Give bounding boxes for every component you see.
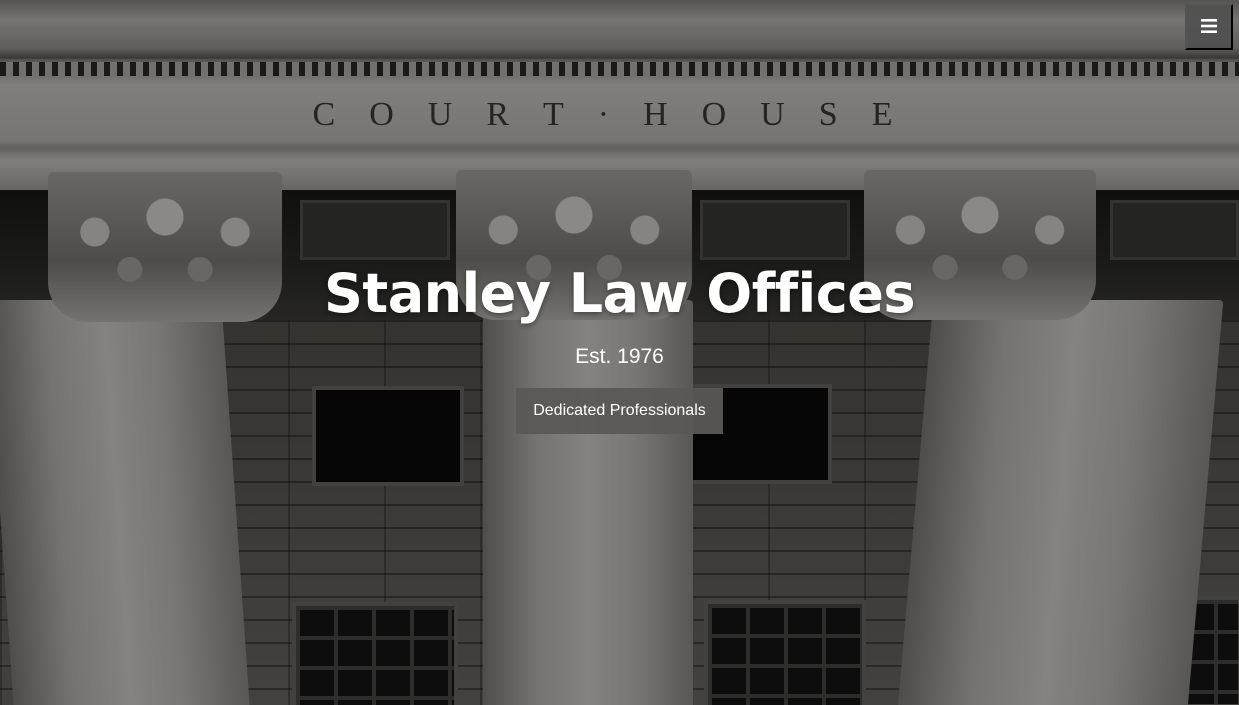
dedicated-professionals-button[interactable]: Dedicated Professionals [516, 388, 723, 434]
menu-toggle-button[interactable] [1185, 4, 1233, 50]
hamburger-menu-icon [1201, 18, 1217, 36]
hero-section: Stanley Law Offices Est. 1976 Dedicated … [0, 258, 1239, 434]
page-title: Stanley Law Offices [324, 262, 915, 325]
established-subtitle: Est. 1976 [575, 345, 664, 368]
